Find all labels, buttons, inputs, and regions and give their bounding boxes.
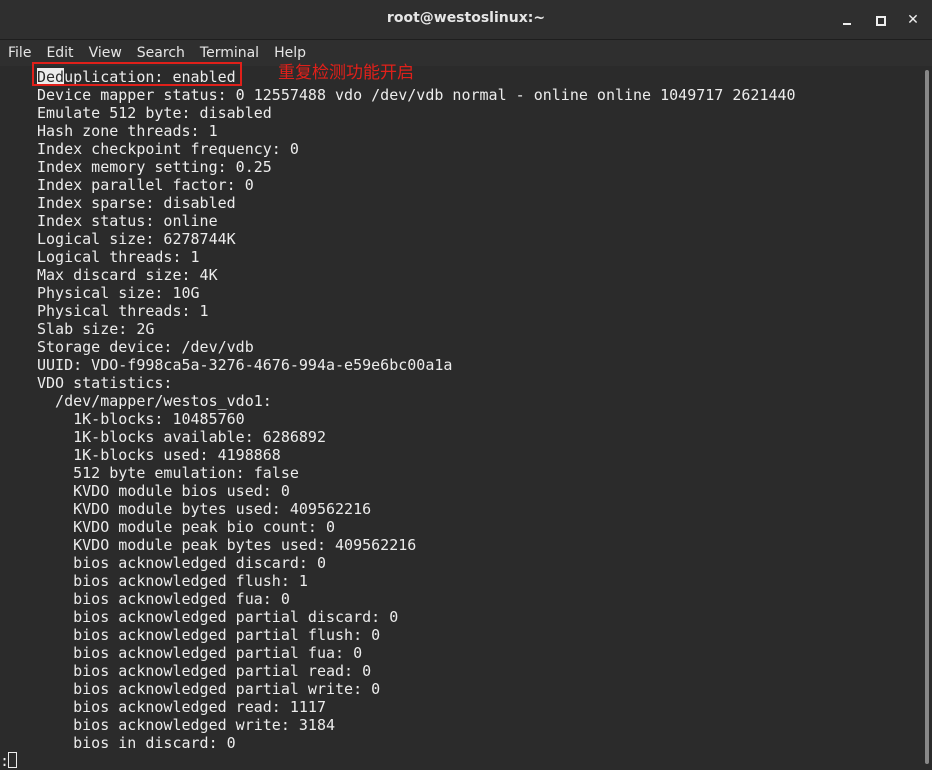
terminal-line: Slab size: 2G <box>37 320 155 338</box>
annotation-label: 重复检测功能开启 <box>278 63 414 83</box>
window-title: root@westoslinux:~ <box>386 10 546 26</box>
terminal-line: Index parallel factor: 0 <box>37 176 254 194</box>
terminal-line: Device mapper status: 0 12557488 vdo /de… <box>37 86 796 104</box>
terminal-line: KVDO module bios used: 0 <box>37 482 290 500</box>
terminal-line: KVDO module peak bytes used: 409562216 <box>37 536 417 554</box>
terminal-line: bios acknowledged partial flush: 0 <box>37 626 381 644</box>
terminal-line: VDO statistics: <box>37 374 173 392</box>
terminal-line: bios acknowledged partial fua: 0 <box>37 644 363 662</box>
vertical-scrollbar[interactable] <box>922 66 932 770</box>
scrollbar-thumb[interactable] <box>925 70 929 764</box>
terminal-line: Storage device: /dev/vdb <box>37 338 254 356</box>
terminal-line: bios acknowledged partial read: 0 <box>37 662 372 680</box>
terminal-line: bios acknowledged read: 1117 <box>37 698 326 716</box>
terminal-line: 1K-blocks: 10485760 <box>37 410 245 428</box>
terminal-line: bios in discard: 0 <box>37 734 236 752</box>
terminal-line: bios acknowledged partial discard: 0 <box>37 608 399 626</box>
terminal-line: 1K-blocks used: 4198868 <box>37 446 281 464</box>
terminal-line: bios acknowledged fua: 0 <box>37 590 290 608</box>
terminal-line: Logical size: 6278744K <box>37 230 236 248</box>
terminal-line: bios acknowledged flush: 1 <box>37 572 308 590</box>
terminal-line: bios acknowledged partial write: 0 <box>37 680 381 698</box>
terminal-line: Index checkpoint frequency: 0 <box>37 140 299 158</box>
terminal-line: Index sparse: disabled <box>37 194 236 212</box>
minimize-button[interactable] <box>837 10 857 30</box>
terminal-line: Emulate 512 byte: disabled <box>37 104 272 122</box>
minimize-icon <box>843 23 851 25</box>
terminal-window: root@westoslinux:~ ✕ File Edit View Sear… <box>0 0 932 770</box>
terminal-line: bios acknowledged discard: 0 <box>37 554 326 572</box>
terminal-line: bios acknowledged write: 3184 <box>37 716 336 734</box>
terminal-line: Index status: online <box>37 212 218 230</box>
terminal-line: KVDO module peak bio count: 0 <box>37 518 336 536</box>
terminal-line: Index memory setting: 0.25 <box>37 158 272 176</box>
close-icon: ✕ <box>907 12 919 28</box>
title-bar[interactable]: root@westoslinux:~ ✕ <box>0 0 932 40</box>
maximize-icon <box>876 16 886 26</box>
terminal-line: Max discard size: 4K <box>37 266 218 284</box>
terminal-line: UUID: VDO-f998ca5a-3276-4676-994a-e59e6b… <box>37 356 453 374</box>
terminal-line: 1K-blocks available: 6286892 <box>37 428 326 446</box>
annotation-highlight-box <box>32 62 242 86</box>
maximize-button[interactable] <box>870 10 890 30</box>
terminal-line: Logical threads: 1 <box>37 248 200 266</box>
terminal-output[interactable]: Deduplication: enabled Device mapper sta… <box>0 66 922 770</box>
terminal-line: Hash zone threads: 1 <box>37 122 218 140</box>
text-cursor <box>8 752 17 768</box>
terminal-line: 512 byte emulation: false <box>37 464 299 482</box>
terminal-line: /dev/mapper/westos_vdo1: <box>37 392 272 410</box>
close-button[interactable]: ✕ <box>903 10 923 30</box>
terminal-line: Physical size: 10G <box>37 284 200 302</box>
terminal-line: KVDO module bytes used: 409562216 <box>37 500 372 518</box>
terminal-line: Physical threads: 1 <box>37 302 209 320</box>
